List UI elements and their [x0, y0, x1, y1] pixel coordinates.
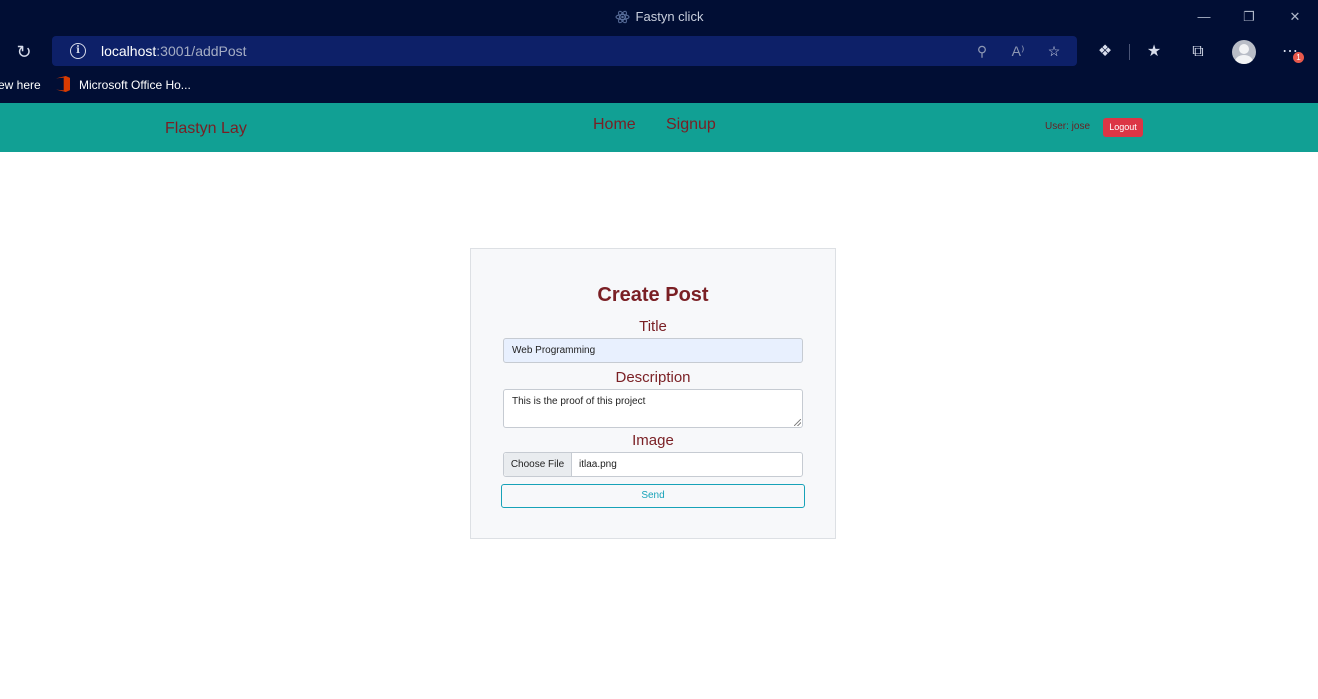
logout-button[interactable]: Logout [1103, 118, 1143, 137]
selected-file-name: itlaa.png [579, 459, 617, 470]
react-icon [615, 10, 630, 27]
address-bar[interactable]: i localhost:3001/addPost ⚲ A⁾ ☆ [52, 36, 1077, 66]
send-button[interactable]: Send [501, 484, 805, 508]
browser-toolbar: ↻ i localhost:3001/addPost ⚲ A⁾ ☆ ❖ ★ ⧉ … [0, 34, 1318, 70]
title-input[interactable]: Web Programming [503, 338, 803, 363]
extensions-icon[interactable]: ❖ [1092, 40, 1118, 64]
bookmark-item-office[interactable]: Microsoft Office Ho... [79, 78, 191, 92]
resize-handle-icon[interactable] [794, 419, 801, 426]
notification-badge: 1 [1293, 52, 1304, 63]
choose-file-button[interactable]: Choose File [504, 453, 572, 476]
add-favorite-icon[interactable]: ☆ [1043, 41, 1065, 61]
image-label: Image [632, 432, 674, 449]
description-text: This is the proof of this project [512, 396, 646, 407]
favorites-icon[interactable]: ★ [1141, 40, 1167, 64]
window-title-text: Fastyn click [635, 9, 704, 24]
bookmarks-bar: ew here Microsoft Office Ho... [0, 70, 1318, 103]
key-icon[interactable]: ⚲ [971, 41, 993, 61]
read-aloud-icon[interactable]: A⁾ [1007, 41, 1029, 61]
close-window-icon[interactable]: ✕ [1280, 6, 1310, 28]
restore-icon[interactable]: ❐ [1234, 6, 1264, 28]
bookmark-item[interactable]: ew here [0, 78, 41, 92]
collections-icon[interactable]: ⧉ [1185, 40, 1211, 64]
url-text[interactable]: localhost:3001/addPost [101, 43, 247, 59]
description-label: Description [615, 369, 691, 386]
browser-title-bar: Fastyn click — ❐ ✕ [0, 0, 1318, 34]
office-icon [56, 76, 70, 92]
brand-link[interactable]: Flastyn Lay [165, 120, 247, 138]
site-info-icon[interactable]: i [70, 43, 86, 59]
toolbar-divider [1129, 44, 1130, 60]
page-title: Create Post [597, 284, 709, 306]
image-file-input[interactable]: Choose File itlaa.png [503, 452, 803, 477]
profile-avatar[interactable] [1232, 40, 1256, 64]
title-label: Title [639, 318, 667, 335]
url-host: localhost [101, 43, 157, 59]
window-title: Fastyn click [0, 9, 1318, 27]
app-navbar: Flastyn Lay Home Signup User: jose Logou… [0, 103, 1318, 152]
current-user-label: User: jose [1045, 121, 1091, 132]
nav-link-signup[interactable]: Signup [666, 116, 716, 134]
url-path: :3001/addPost [156, 43, 247, 59]
description-textarea[interactable]: This is the proof of this project [503, 389, 803, 428]
reload-icon[interactable]: ↻ [12, 40, 36, 64]
nav-link-home[interactable]: Home [593, 116, 636, 134]
create-post-card: Create Post Title Web Programming Descri… [470, 248, 836, 539]
minimize-icon[interactable]: — [1189, 6, 1219, 28]
